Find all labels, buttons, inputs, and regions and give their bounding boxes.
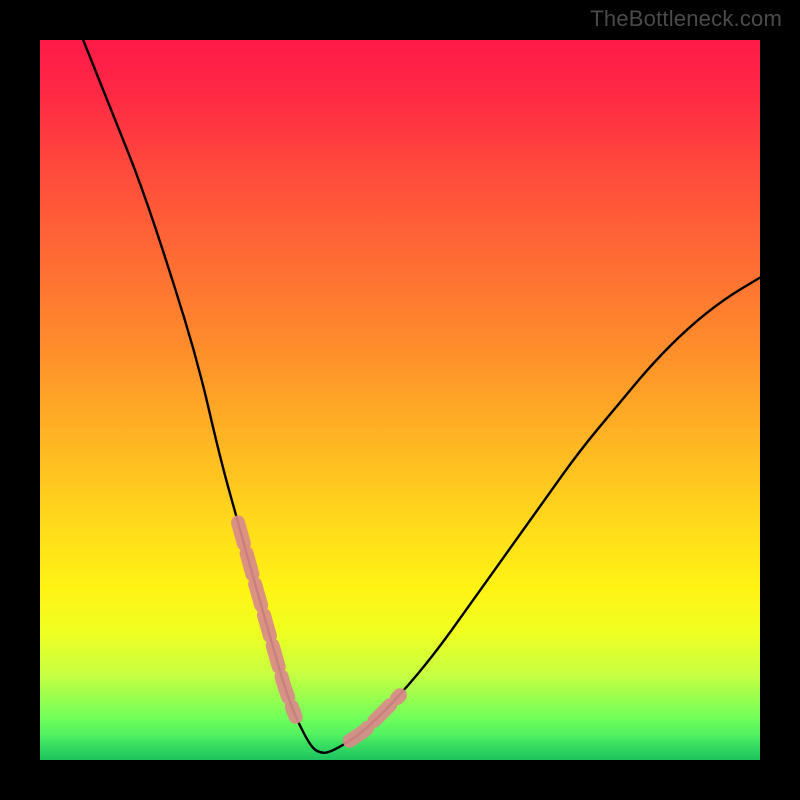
bottleneck-curve xyxy=(83,40,760,753)
curve-layer xyxy=(40,40,760,760)
plot-area xyxy=(40,40,760,760)
right-highlight-segment xyxy=(350,695,400,741)
watermark-text: TheBottleneck.com xyxy=(590,6,782,32)
chart-frame: TheBottleneck.com xyxy=(0,0,800,800)
left-highlight-segment xyxy=(238,522,296,716)
